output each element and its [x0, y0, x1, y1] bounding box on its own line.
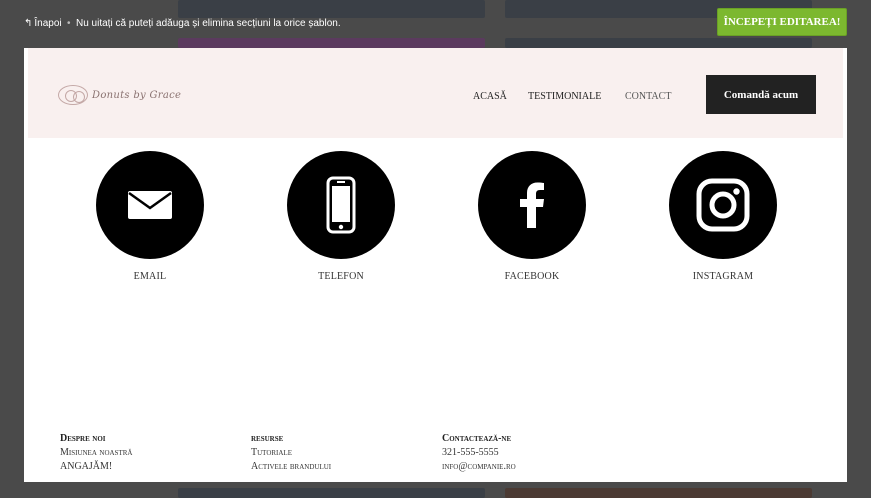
nav-item-acasa[interactable]: ACASĂ [473, 91, 507, 102]
template-preview: Donuts by Grace ACASĂ TESTIMONIALE CONTA… [24, 48, 847, 482]
editor-topbar: ↰ Înapoi • Nu uitați că puteți adăuga și … [0, 0, 871, 46]
facebook-icon [520, 182, 544, 228]
reply-arrow-icon: ↰ [24, 18, 33, 29]
footer-link-jobs[interactable]: ANGAJĂM! [60, 460, 132, 474]
footer-heading-contact: Contactează-ne [442, 433, 512, 444]
footer-about: Despre noi Misiunea noastră ANGAJĂM! [60, 432, 132, 474]
email-circle[interactable] [96, 151, 204, 259]
footer-link-phone[interactable]: 321-555-5555 [442, 446, 516, 460]
nav-item-testimoniale[interactable]: TESTIMONIALE [528, 91, 601, 102]
order-now-button[interactable]: Comandă acum [706, 75, 816, 114]
donut-logo-icon [58, 85, 88, 105]
facebook-circle[interactable] [478, 151, 586, 259]
back-label: Înapoi [34, 18, 62, 29]
footer-heading-about: Despre noi [60, 433, 106, 444]
background-tile [178, 488, 485, 498]
separator-dot: • [67, 18, 71, 29]
contact-label-email: EMAIL [133, 271, 167, 282]
instagram-icon [696, 178, 750, 232]
contact-card-email[interactable]: EMAIL [96, 151, 204, 282]
site-header: Donuts by Grace ACASĂ TESTIMONIALE CONTA… [28, 48, 843, 138]
contact-label-phone: TELEFON [318, 271, 364, 282]
contact-card-facebook[interactable]: FACEBOOK [478, 151, 586, 282]
template-notice: Nu uitați că puteți adăuga și elimina se… [76, 18, 341, 29]
contact-label-facebook: FACEBOOK [504, 271, 560, 282]
instagram-circle[interactable] [669, 151, 777, 259]
start-editing-button[interactable]: ÎNCEPEȚI EDITAREA! [717, 8, 847, 36]
footer-resources: resurse Tutoriale Activele brandului [251, 432, 331, 474]
back-link[interactable]: ↰ Înapoi [24, 18, 62, 29]
smartphone-icon [326, 176, 356, 234]
contact-card-phone[interactable]: TELEFON [287, 151, 395, 282]
envelope-icon [128, 191, 172, 219]
background-tile [505, 488, 812, 498]
logo-text: Donuts by Grace [92, 89, 182, 101]
footer-link-mission[interactable]: Misiunea noastră [60, 446, 132, 460]
footer-heading-resources: resurse [251, 433, 284, 444]
phone-circle[interactable] [287, 151, 395, 259]
footer-contact: Contactează-ne 321-555-5555 info@compani… [442, 432, 516, 474]
site-logo[interactable]: Donuts by Grace [58, 85, 181, 105]
footer-link-brand-assets[interactable]: Activele brandului [251, 460, 331, 474]
footer-link-tutorials[interactable]: Tutoriale [251, 446, 331, 460]
nav-item-contact[interactable]: CONTACT [625, 91, 671, 102]
contact-card-instagram[interactable]: INSTAGRAM [669, 151, 777, 282]
contact-label-instagram: INSTAGRAM [692, 271, 754, 282]
footer-link-email[interactable]: info@companie.ro [442, 460, 516, 474]
